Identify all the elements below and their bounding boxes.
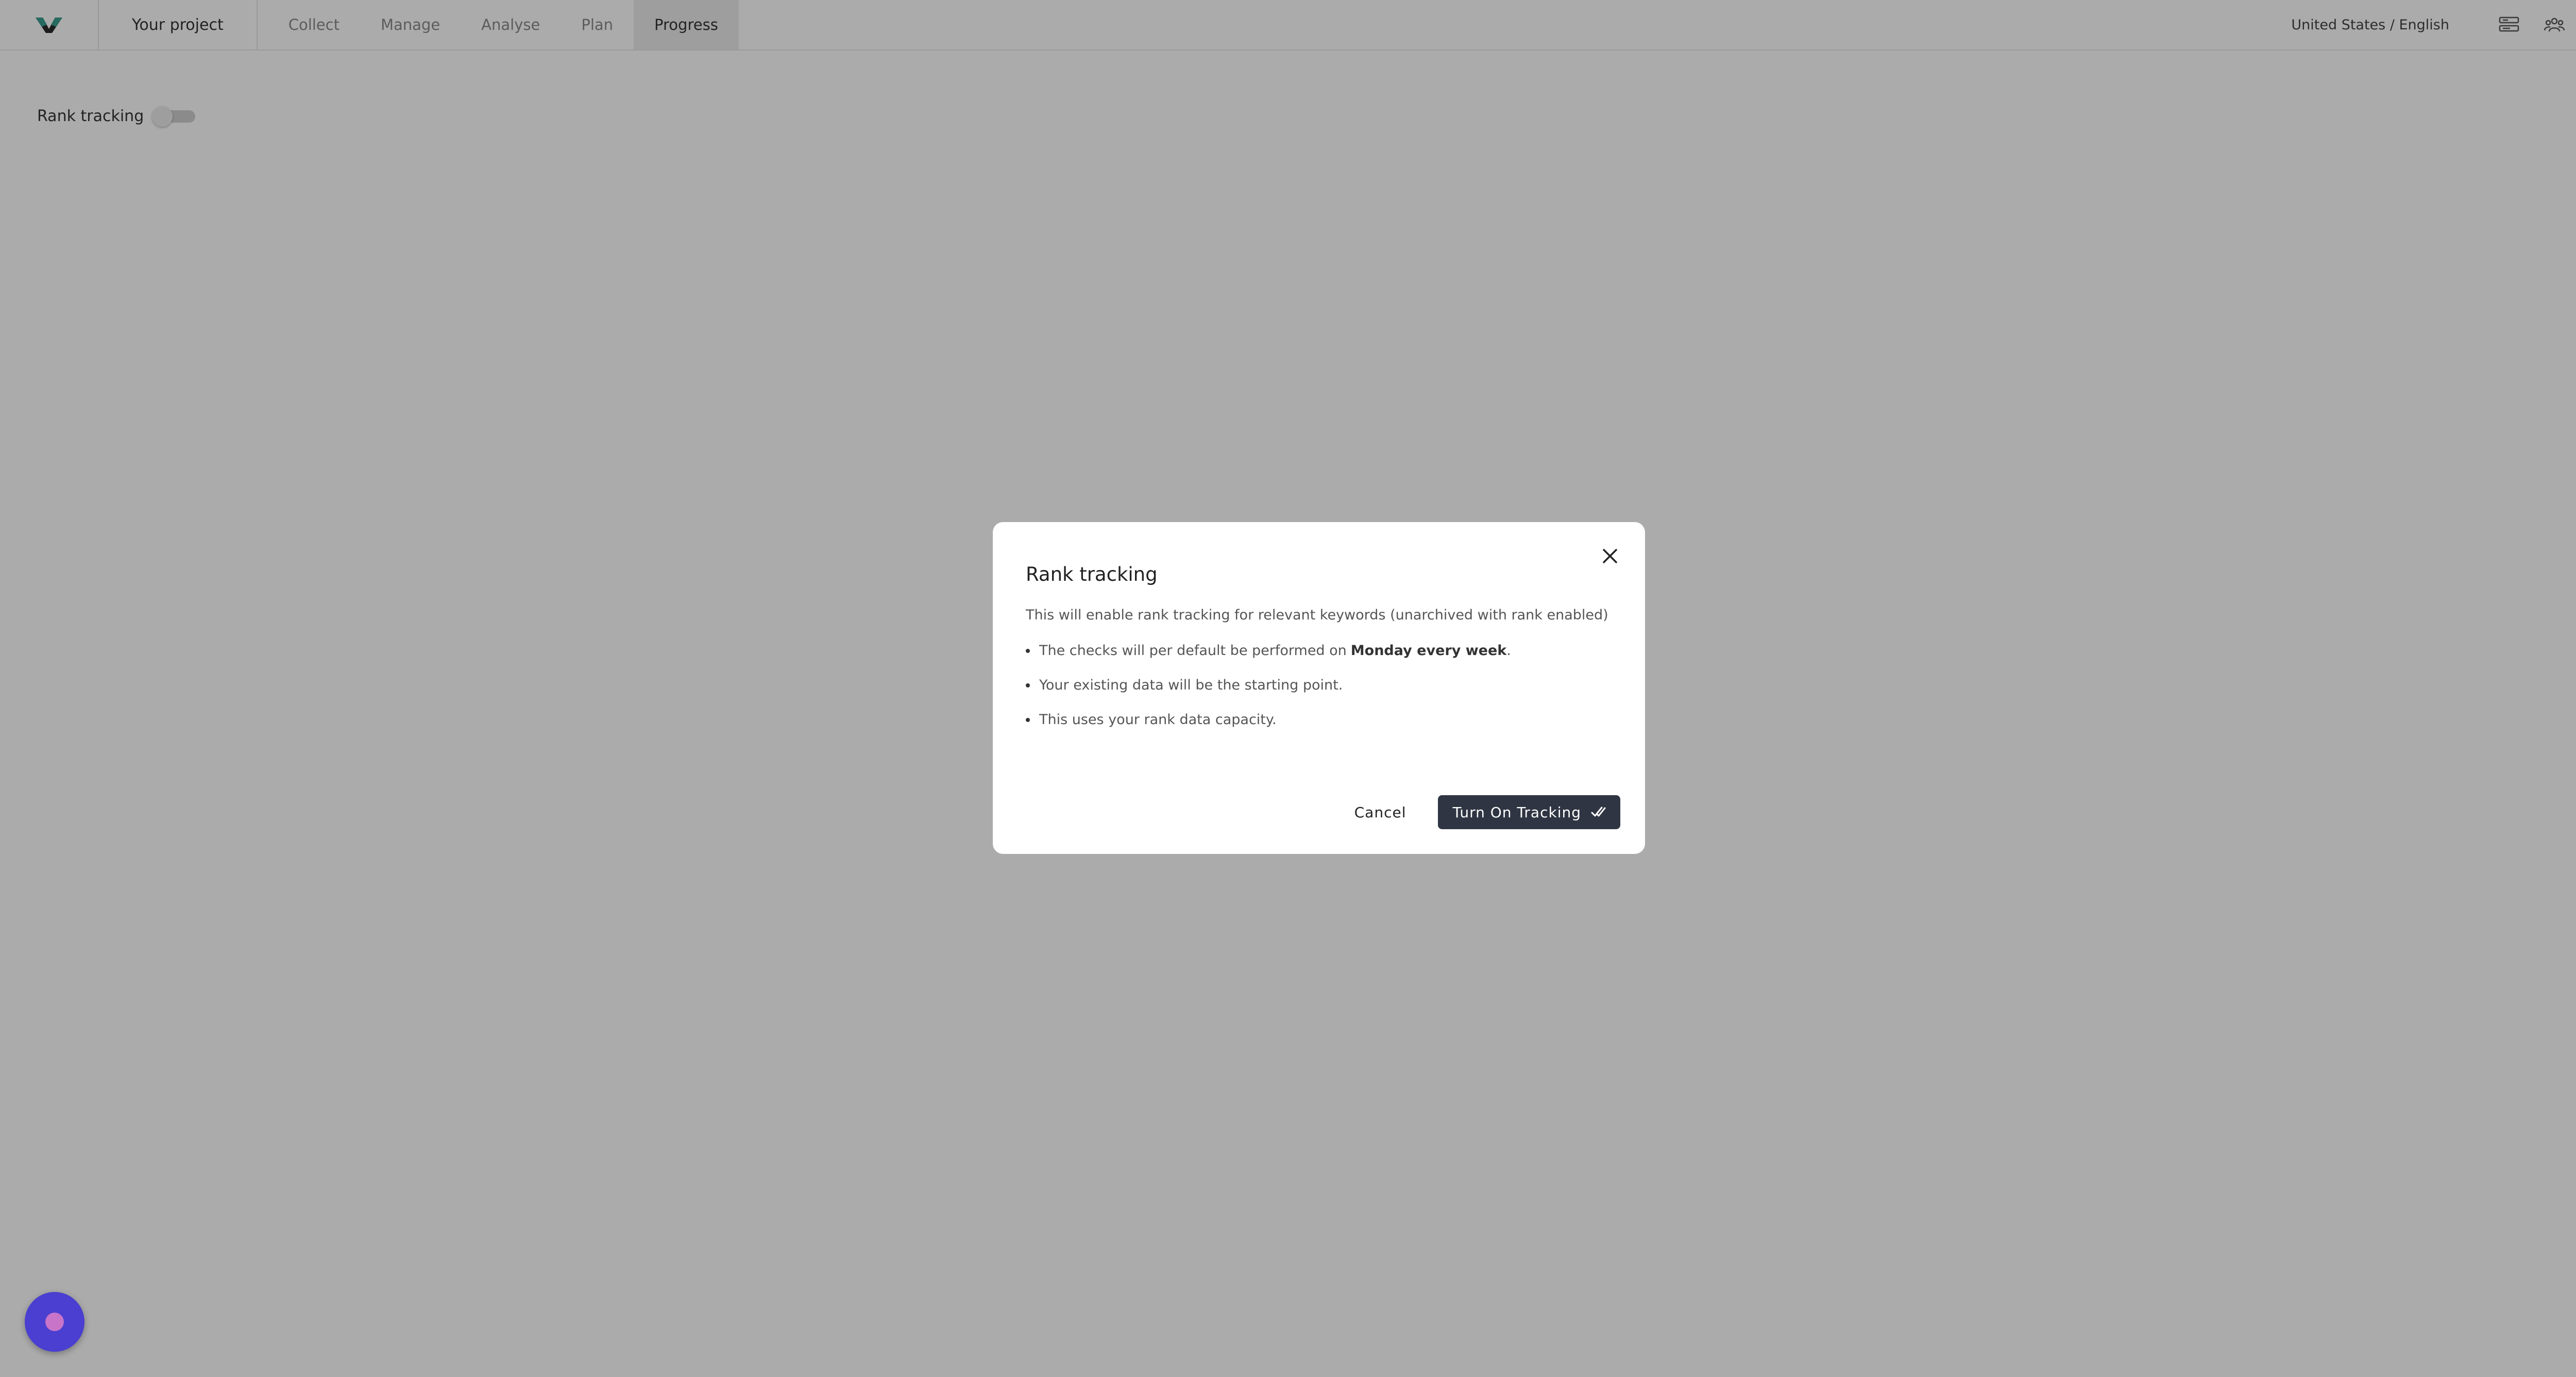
bullet-schedule-text: The checks will per default be performed… <box>1039 643 1347 659</box>
bullet-capacity-text: This uses your rank data capacity. <box>1039 712 1277 728</box>
turn-on-tracking-button[interactable]: Turn On Tracking <box>1438 795 1620 829</box>
bullet-existing-data-text: Your existing data will be the starting … <box>1039 677 1343 693</box>
bullet-existing-data: Your existing data will be the starting … <box>1026 677 1612 693</box>
rank-tracking-dialog: Rank tracking This will enable rank trac… <box>993 522 1645 854</box>
cancel-button[interactable]: Cancel <box>1351 803 1410 821</box>
dialog-intro: This will enable rank tracking for relev… <box>1026 607 1608 623</box>
dialog-bullet-list: The checks will per default be performed… <box>1026 643 1612 728</box>
turn-on-tracking-label: Turn On Tracking <box>1452 803 1581 821</box>
close-icon[interactable] <box>1598 544 1622 568</box>
bullet-schedule-end: . <box>1506 643 1511 659</box>
dialog-actions: Cancel Turn On Tracking <box>1351 795 1620 829</box>
double-check-icon <box>1590 804 1606 820</box>
chat-widget-button[interactable] <box>25 1292 84 1352</box>
chat-icon <box>45 1313 64 1331</box>
bullet-schedule: The checks will per default be performed… <box>1026 643 1612 659</box>
dialog-title: Rank tracking <box>1026 563 1158 585</box>
bullet-capacity: This uses your rank data capacity. <box>1026 712 1612 728</box>
bullet-schedule-day: Monday every week <box>1350 643 1507 659</box>
